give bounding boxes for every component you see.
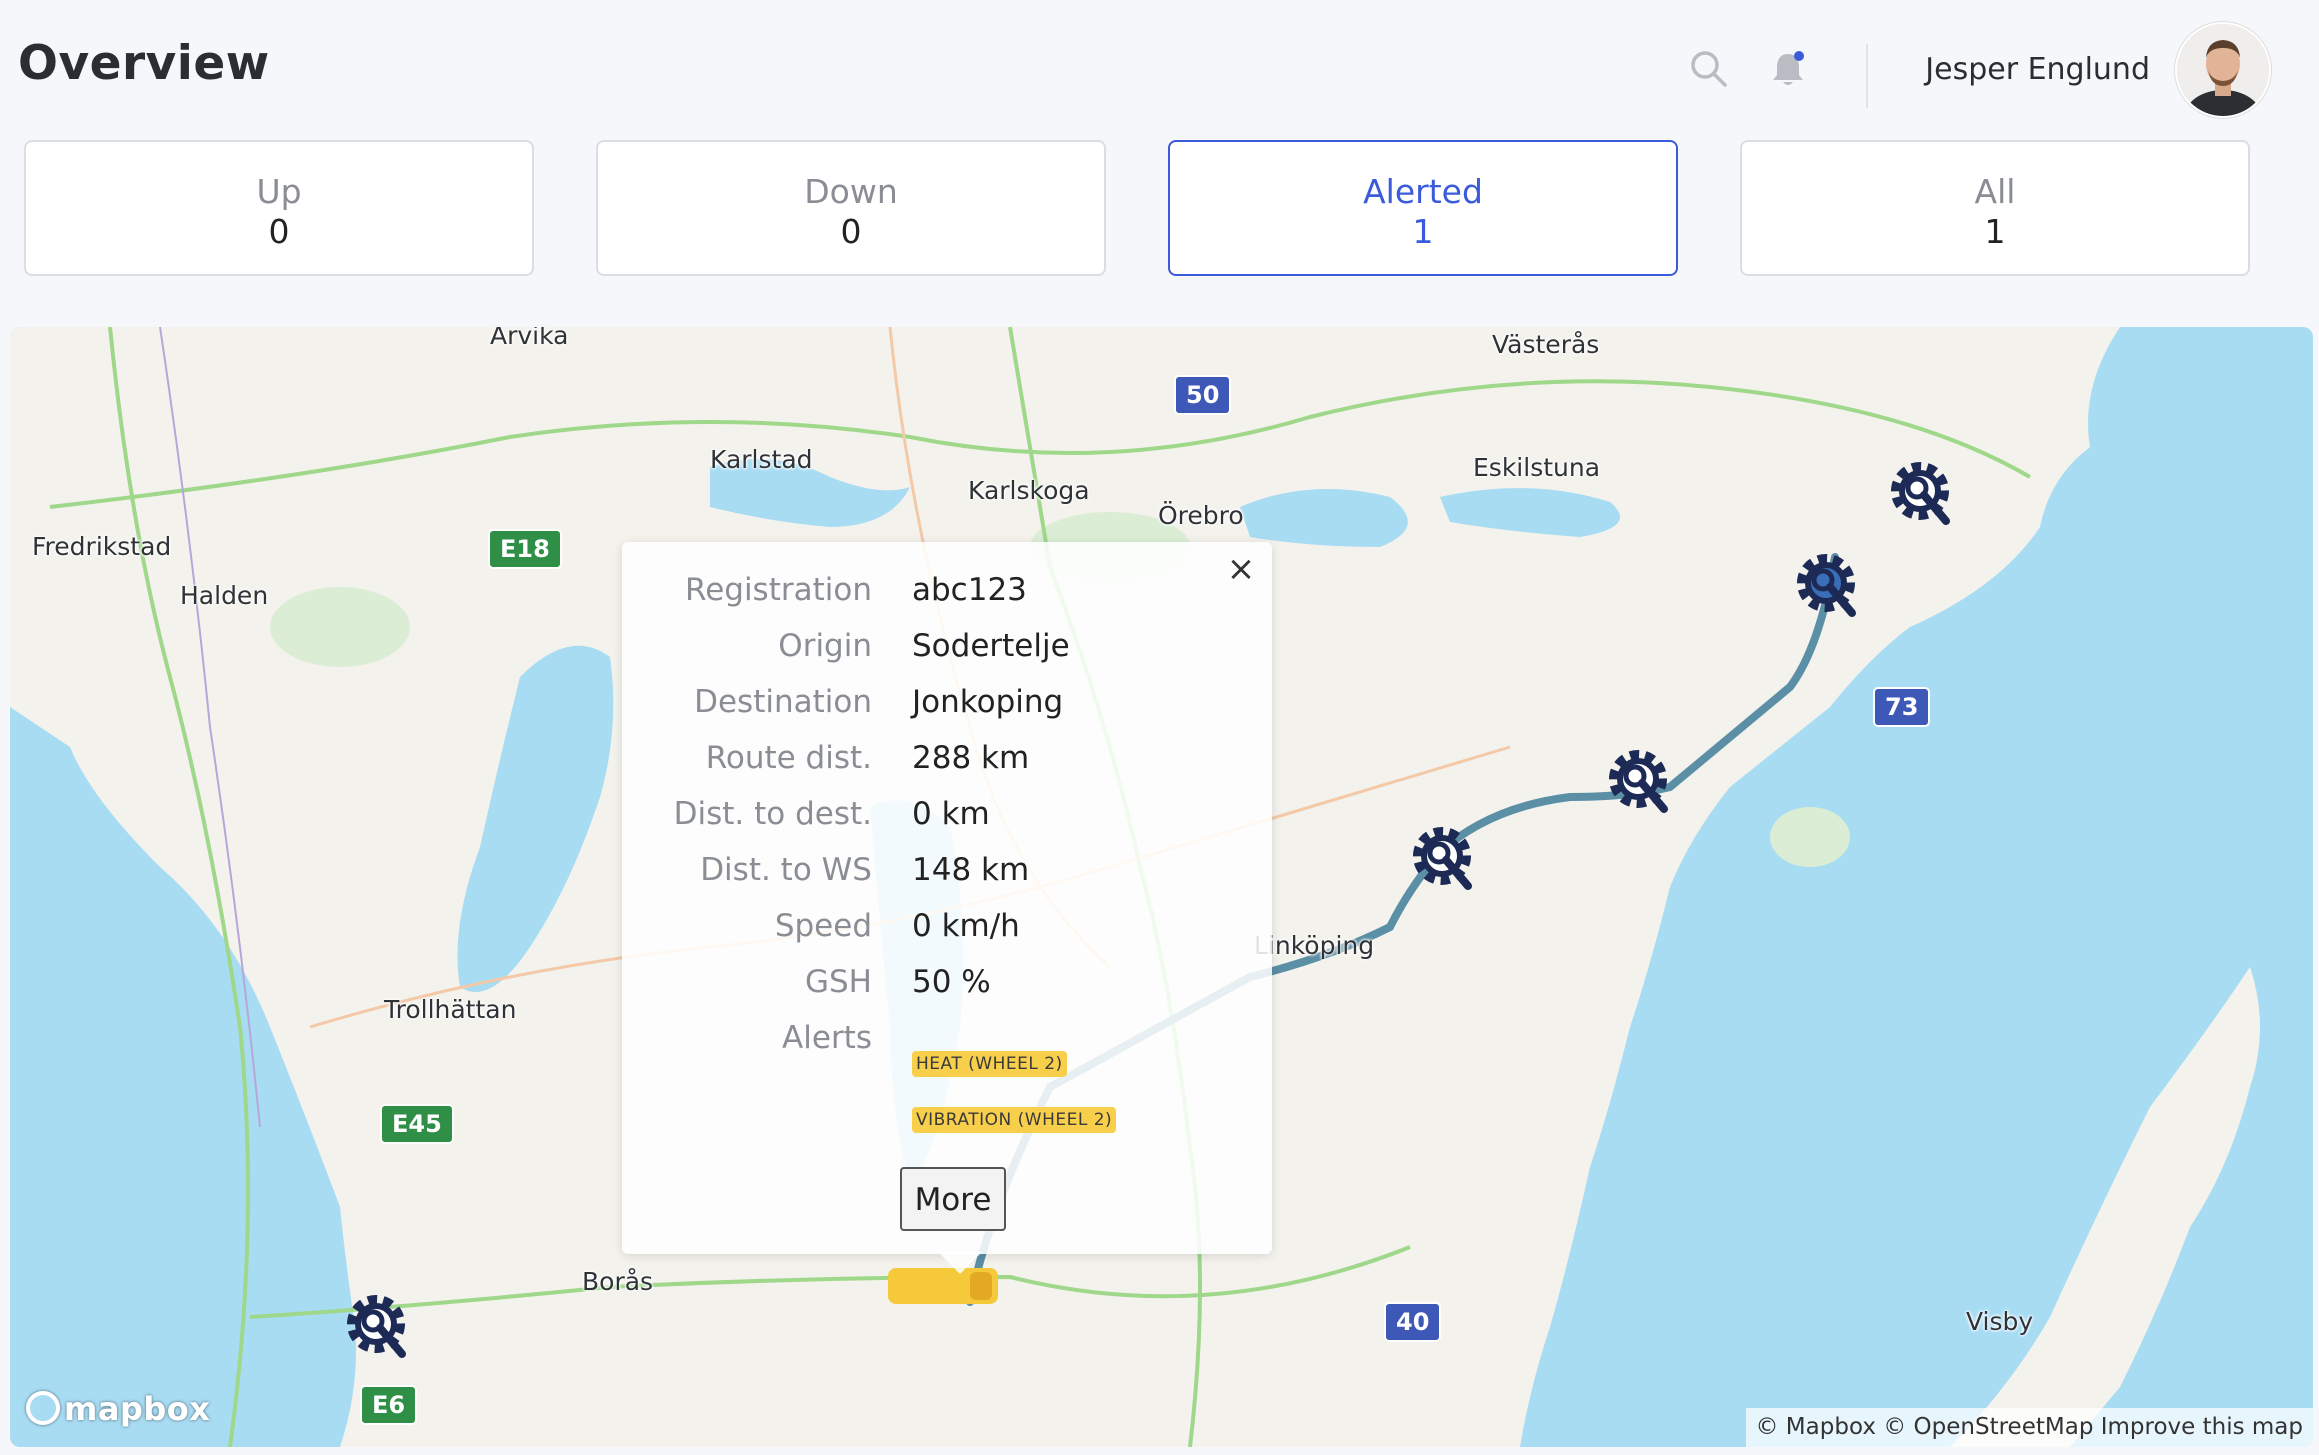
popup-label: GSH [804, 964, 872, 1000]
popup-value: 0 km [912, 796, 990, 832]
city-label: Karlstad [710, 445, 813, 474]
road-shield: E45 [380, 1104, 454, 1144]
popup-label: Origin [778, 628, 872, 664]
workshop-marker[interactable] [1792, 549, 1868, 625]
stat-value: 1 [1412, 212, 1434, 251]
city-label: Arvika [490, 327, 569, 350]
more-button[interactable]: More [900, 1167, 1006, 1231]
stat-card-down[interactable]: Down 0 [596, 140, 1106, 276]
notification-dot [1794, 51, 1804, 61]
road-shield: 50 [1174, 375, 1232, 415]
stat-value: 0 [268, 212, 290, 251]
popup-row-gsh: GSH 50 % [622, 964, 1272, 1014]
city-label: Fredrikstad [32, 532, 172, 561]
city-label: Trollhättan [384, 995, 517, 1024]
stat-label: All [1974, 172, 2016, 211]
stat-card-up[interactable]: Up 0 [24, 140, 534, 276]
popup-label: Destination [694, 684, 872, 720]
city-label: Halden [180, 581, 269, 610]
city-label: Borås [582, 1267, 654, 1296]
stat-card-all[interactable]: All 1 [1740, 140, 2250, 276]
header-bar: Overview Jesper Englund [0, 0, 2319, 135]
header-divider [1866, 44, 1868, 108]
popup-label: Dist. to dest. [673, 796, 872, 832]
popup-value: 148 km [912, 852, 1030, 888]
stat-label: Up [256, 172, 302, 211]
mapbox-logo[interactable]: mapbox [26, 1390, 210, 1434]
avatar[interactable] [2175, 22, 2271, 118]
road-shield: E18 [488, 529, 562, 569]
popup-pointer [938, 1252, 982, 1274]
road-shield: E6 [360, 1385, 418, 1425]
workshop-marker[interactable] [1408, 822, 1484, 898]
workshop-gear-wrench-icon [1609, 750, 1668, 813]
osm-attribution-link[interactable]: © OpenStreetMap [1883, 1414, 2093, 1440]
mapbox-attribution-link[interactable]: © Mapbox [1756, 1414, 1876, 1440]
popup-row-origin: Origin Sodertelje [622, 628, 1272, 678]
popup-label: Speed [774, 908, 872, 944]
workshop-marker[interactable] [1604, 745, 1680, 821]
page-title: Overview [18, 36, 270, 91]
popup-value: 288 km [912, 740, 1030, 776]
popup-row-dist-to-ws: Dist. to WS 148 km [622, 852, 1272, 902]
map-attribution: © Mapbox © OpenStreetMap Improve this ma… [1745, 1408, 2313, 1447]
popup-label: Dist. to WS [700, 852, 872, 888]
stat-label: Down [804, 172, 898, 211]
workshop-gear-wrench-icon [1413, 827, 1472, 890]
popup-value: Jonkoping [912, 684, 1064, 720]
stat-value: 0 [840, 212, 862, 251]
alert-badge: HEAT (WHEEL 2) [912, 1051, 1067, 1077]
popup-label: Alerts [782, 1020, 872, 1056]
popup-value: 50 % [912, 964, 991, 1000]
workshop-gear-wrench-icon [1891, 462, 1950, 525]
workshop-marker[interactable] [342, 1290, 418, 1366]
mapbox-logo-icon [26, 1391, 60, 1425]
city-label: Västerås [1492, 330, 1600, 359]
workshop-gear-wrench-icon [347, 1295, 406, 1358]
city-label: Linköping [1254, 931, 1375, 960]
popup-value: Sodertelje [912, 628, 1070, 664]
stat-card-alerted[interactable]: Alerted 1 [1168, 140, 1678, 276]
popup-row-registration: Registration abc123 [622, 572, 1272, 622]
city-label: Eskilstuna [1473, 453, 1601, 482]
workshop-gear-wrench-icon [1797, 554, 1856, 617]
stat-value: 1 [1984, 212, 2006, 251]
popup-value: 0 km/h [912, 908, 1020, 944]
user-name[interactable]: Jesper Englund [1880, 52, 2150, 87]
map-view[interactable]: Arvika Västerås Karlstad Karlskoga Örebr… [10, 327, 2313, 1447]
popup-row-destination: Destination Jonkoping [622, 684, 1272, 734]
popup-row-route-dist: Route dist. 288 km [622, 740, 1272, 790]
popup-row-dist-to-dest: Dist. to dest. 0 km [622, 796, 1272, 846]
city-label: Karlskoga [968, 476, 1090, 505]
mapbox-logo-text: mapbox [64, 1390, 211, 1428]
notification-bell-icon[interactable] [1767, 48, 1809, 90]
popup-label: Route dist. [705, 740, 872, 776]
road-shield: 73 [1873, 687, 1931, 727]
alert-badge: VIBRATION (WHEEL 2) [912, 1107, 1117, 1133]
improve-map-link[interactable]: Improve this map [2101, 1414, 2303, 1440]
workshop-marker[interactable] [1886, 457, 1962, 533]
vehicle-popup: × Registration abc123 Origin Sodertelje … [622, 542, 1272, 1274]
popup-row-speed: Speed 0 km/h [622, 908, 1272, 958]
road-shield: 40 [1384, 1302, 1442, 1342]
search-icon[interactable] [1688, 48, 1730, 90]
city-label: Visby [1966, 1307, 2034, 1336]
city-label: Örebro [1158, 501, 1244, 530]
popup-value: abc123 [912, 572, 1027, 608]
popup-label: Registration [685, 572, 872, 608]
stat-label: Alerted [1363, 172, 1483, 211]
